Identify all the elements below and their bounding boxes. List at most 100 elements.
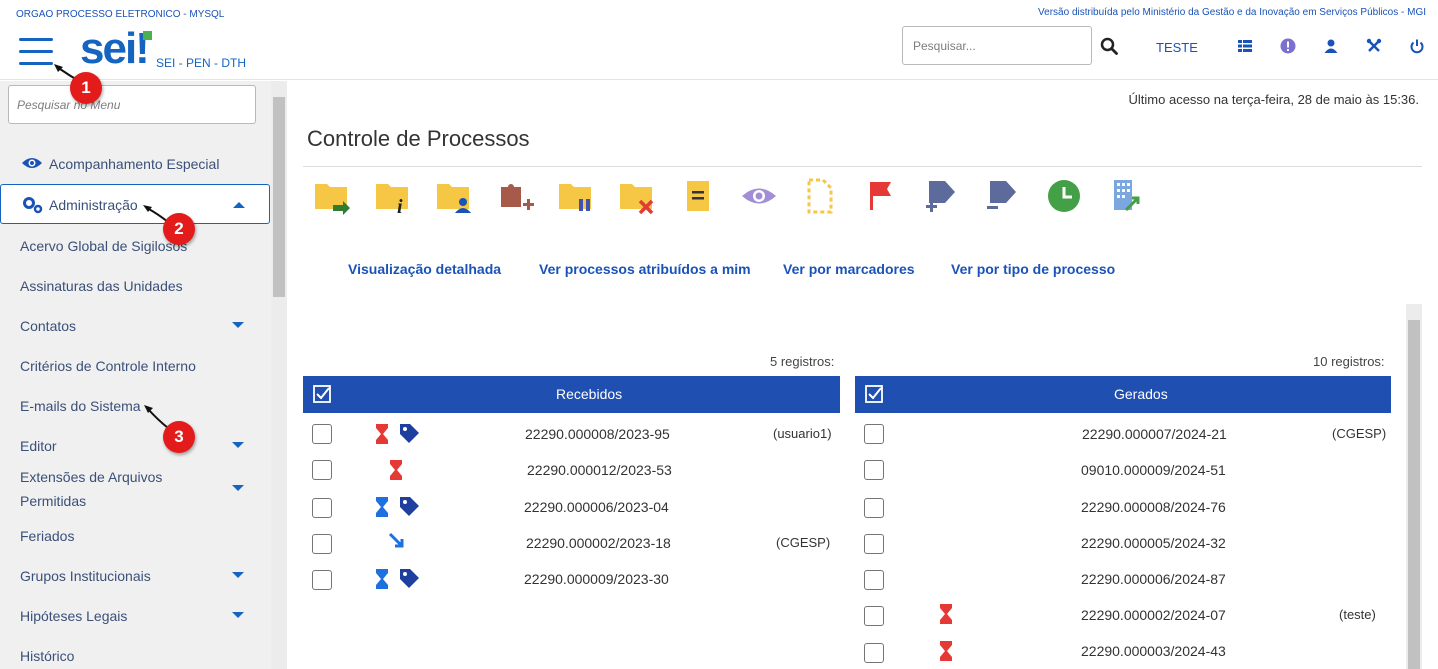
- process-link[interactable]: 22290.000006/2023-04: [524, 499, 669, 515]
- tag-add-icon[interactable]: [923, 177, 961, 215]
- view-type-link[interactable]: Ver por tipo de processo: [951, 261, 1115, 277]
- sidebar-item-criterios[interactable]: Critérios de Controle Interno: [0, 356, 270, 378]
- sidebar-item-grupos[interactable]: Grupos Institucionais: [0, 566, 270, 588]
- sidebar-item-emails[interactable]: E-mails do Sistema: [0, 396, 270, 418]
- sidebar-scroll-thumb[interactable]: [273, 97, 285, 297]
- sidebar-item-extensoes[interactable]: Extensões de Arquivos Permitidas: [0, 469, 270, 517]
- row-checkbox[interactable]: [312, 534, 332, 554]
- document-dashed-icon[interactable]: [801, 177, 839, 215]
- sidebar-item-administracao[interactable]: Administração: [0, 184, 270, 224]
- alert-icon[interactable]: [1280, 38, 1296, 54]
- sei-logo[interactable]: sei!: [80, 24, 152, 73]
- org-name: ORGAO PROCESSO ELETRONICO - MYSQL: [16, 9, 225, 20]
- tools-icon[interactable]: [1366, 38, 1382, 54]
- callout-3: 3: [163, 421, 195, 453]
- user-icon[interactable]: [1323, 38, 1339, 54]
- process-link[interactable]: 22290.000005/2024-32: [1081, 535, 1226, 551]
- top-bar: ORGAO PROCESSO ELETRONICO - MYSQL Versão…: [0, 0, 1438, 80]
- sidebar-item-contatos[interactable]: Contatos: [0, 316, 270, 338]
- select-all-checkbox[interactable]: [865, 385, 883, 403]
- puzzle-add-icon[interactable]: [496, 177, 534, 215]
- unit-selector[interactable]: TESTE: [1156, 40, 1198, 55]
- row-checkbox[interactable]: [864, 534, 884, 554]
- process-link[interactable]: 22290.000002/2023-18: [526, 535, 671, 551]
- global-search-input[interactable]: [902, 26, 1092, 65]
- clock-icon[interactable]: [1045, 177, 1083, 215]
- process-link[interactable]: 22290.000012/2023-53: [527, 462, 672, 478]
- process-note: (teste): [1339, 607, 1376, 622]
- sidebar-item-label: Grupos Institucionais: [20, 568, 151, 584]
- recebidos-count: 5 registros:: [770, 354, 835, 369]
- view-markers-link[interactable]: Ver por marcadores: [783, 261, 915, 277]
- chevron-up-icon[interactable]: [233, 202, 245, 208]
- select-all-checkbox[interactable]: [313, 385, 331, 403]
- row-checkbox[interactable]: [864, 460, 884, 480]
- folder-close-icon[interactable]: [618, 177, 656, 215]
- sidebar-item-editor[interactable]: Editor: [0, 436, 270, 458]
- sidebar-item-hipoteses[interactable]: Hipóteses Legais: [0, 606, 270, 628]
- process-note: (CGESP): [776, 535, 831, 550]
- table-row: 22290.000007/2024-21 (CGESP): [855, 416, 1391, 452]
- row-checkbox[interactable]: [864, 570, 884, 590]
- eye-icon[interactable]: [740, 177, 778, 215]
- search-icon[interactable]: [1100, 37, 1118, 55]
- process-link[interactable]: 22290.000008/2023-95: [525, 426, 670, 442]
- view-assigned-link[interactable]: Ver processos atribuídos a mim: [539, 261, 751, 277]
- process-link[interactable]: 22290.000007/2024-21: [1082, 426, 1227, 442]
- row-checkbox[interactable]: [864, 643, 884, 663]
- table-row: 22290.000006/2024-87: [855, 561, 1391, 597]
- row-checkbox[interactable]: [864, 606, 884, 626]
- gears-icon: [23, 197, 43, 214]
- sidebar-item-label: Acompanhamento Especial: [49, 156, 220, 172]
- eye-icon: [22, 158, 42, 168]
- menu-icon[interactable]: [19, 38, 53, 68]
- folder-pause-icon[interactable]: [557, 177, 595, 215]
- process-link[interactable]: 09010.000009/2024-51: [1081, 462, 1226, 478]
- chevron-down-icon[interactable]: [232, 572, 244, 578]
- process-link[interactable]: 22290.000002/2024-07: [1081, 607, 1226, 623]
- building-icon[interactable]: [1106, 177, 1144, 215]
- process-link[interactable]: 22290.000003/2024-43: [1081, 643, 1226, 659]
- grid-icon[interactable]: [1237, 38, 1253, 54]
- folder-send-icon[interactable]: [313, 177, 351, 215]
- sidebar-item-label: Acervo Global de Sigilosos: [20, 238, 188, 254]
- logo-text: sei: [80, 24, 137, 73]
- hourglass-icon: [940, 604, 952, 624]
- sidebar-item-assinaturas[interactable]: Assinaturas das Unidades: [0, 276, 270, 298]
- row-checkbox[interactable]: [312, 424, 332, 444]
- row-checkbox[interactable]: [312, 498, 332, 518]
- tag-icon: [400, 497, 419, 516]
- flag-icon[interactable]: [862, 177, 900, 215]
- view-detailed-link[interactable]: Visualização detalhada: [348, 261, 501, 277]
- sidebar-item-acompanhamento[interactable]: Acompanhamento Especial: [0, 154, 270, 176]
- chevron-down-icon[interactable]: [232, 485, 244, 491]
- chevron-down-icon[interactable]: [232, 442, 244, 448]
- svg-text:i: i: [397, 196, 403, 215]
- row-checkbox[interactable]: [864, 498, 884, 518]
- folder-user-icon[interactable]: [435, 177, 473, 215]
- arrow-received-icon: [388, 532, 404, 548]
- process-link[interactable]: 22290.000006/2024-87: [1081, 571, 1226, 587]
- callout-2: 2: [163, 213, 195, 245]
- sidebar-item-feriados[interactable]: Feriados: [0, 526, 270, 548]
- power-icon[interactable]: [1409, 38, 1425, 54]
- row-checkbox[interactable]: [312, 460, 332, 480]
- row-checkbox[interactable]: [864, 424, 884, 444]
- sidebar-item-label: Contatos: [20, 318, 77, 334]
- sidebar-item-acervo[interactable]: Acervo Global de Sigilosos: [0, 236, 270, 258]
- row-checkbox[interactable]: [312, 570, 332, 590]
- sidebar-item-historico[interactable]: Histórico: [0, 646, 270, 668]
- process-link[interactable]: 22290.000008/2024-76: [1081, 499, 1226, 515]
- chevron-down-icon[interactable]: [232, 322, 244, 328]
- hourglass-icon: [376, 497, 388, 517]
- folder-info-icon[interactable]: i: [374, 177, 412, 215]
- menu-search-input[interactable]: [8, 85, 256, 124]
- table-row: 22290.000008/2023-95 (usuario1): [303, 416, 840, 452]
- note-icon[interactable]: [679, 177, 717, 215]
- process-link[interactable]: 22290.000009/2023-30: [524, 571, 669, 587]
- chevron-down-icon[interactable]: [232, 612, 244, 618]
- gerados-count: 10 registros:: [1313, 354, 1385, 369]
- tag-remove-icon[interactable]: [984, 177, 1022, 215]
- sidebar-item-label: E-mails do Sistema: [20, 398, 141, 414]
- main-scroll-thumb[interactable]: [1408, 320, 1420, 669]
